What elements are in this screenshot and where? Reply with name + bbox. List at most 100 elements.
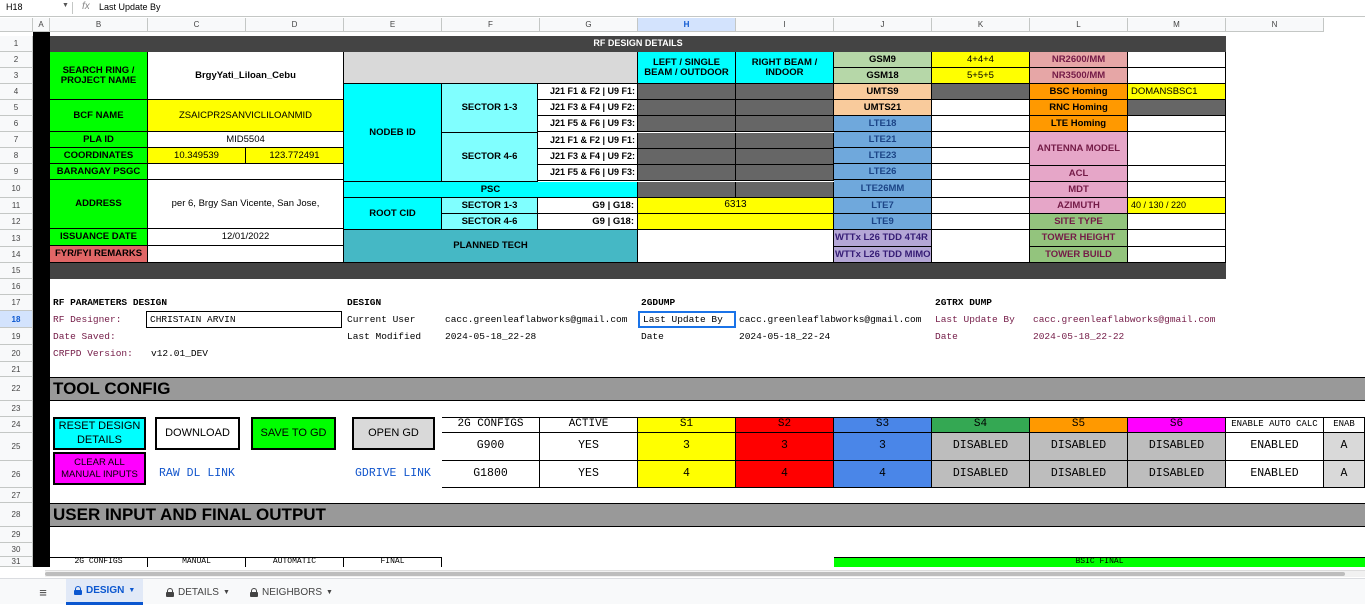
row-header-2[interactable]: 2 bbox=[0, 52, 33, 68]
acl-value[interactable] bbox=[1128, 166, 1226, 182]
tool-cell-s2[interactable]: 3 bbox=[736, 433, 834, 461]
row-header-26[interactable]: 26 bbox=[0, 461, 33, 488]
row-header-4[interactable]: 4 bbox=[0, 84, 33, 100]
bsc-homing-value[interactable]: DOMANSBSC1 bbox=[1128, 84, 1226, 100]
tech-value[interactable] bbox=[932, 84, 1030, 100]
root-cid-value-2[interactable] bbox=[638, 214, 834, 230]
nodeb-left-value[interactable] bbox=[638, 165, 736, 181]
column-header-e[interactable]: E bbox=[344, 18, 442, 32]
tech-value[interactable] bbox=[932, 180, 1030, 198]
tech-value[interactable] bbox=[932, 148, 1030, 164]
column-header-k[interactable]: K bbox=[932, 18, 1030, 32]
row-header-13[interactable]: 13 bbox=[0, 230, 33, 247]
column-header-m[interactable]: M bbox=[1128, 18, 1226, 32]
row-header-12[interactable]: 12 bbox=[0, 214, 33, 230]
row-header-6[interactable]: 6 bbox=[0, 116, 33, 132]
tool-cell-s5[interactable]: DISABLED bbox=[1030, 461, 1128, 488]
tool-cell-s6[interactable]: DISABLED bbox=[1128, 461, 1226, 488]
row-header-5[interactable]: 5 bbox=[0, 100, 33, 116]
nodeb-left-value[interactable] bbox=[638, 116, 736, 132]
nodeb-left-value[interactable] bbox=[638, 133, 736, 149]
row-header-18[interactable]: 18 bbox=[0, 311, 33, 328]
row-header-30[interactable]: 30 bbox=[0, 543, 33, 557]
row-header-24[interactable]: 24 bbox=[0, 417, 33, 433]
remarks-value[interactable] bbox=[148, 246, 344, 263]
column-header-l[interactable]: L bbox=[1030, 18, 1128, 32]
tower-height-value[interactable] bbox=[1128, 230, 1226, 247]
plaid-value[interactable]: MID5504 bbox=[148, 132, 344, 148]
tab-neighbors[interactable]: NEIGHBORS ▼ bbox=[244, 579, 339, 605]
nodeb-right-value[interactable] bbox=[736, 100, 834, 116]
bcf-value[interactable]: ZSAICPR2SANVICLILOANMID bbox=[148, 100, 344, 132]
row-header-10[interactable]: 10 bbox=[0, 180, 33, 198]
column-header-d[interactable]: D bbox=[246, 18, 344, 32]
select-all-corner[interactable] bbox=[0, 18, 33, 32]
psc-right[interactable] bbox=[736, 182, 834, 198]
tool-cell-auto[interactable]: ENABLED bbox=[1226, 461, 1324, 488]
tower-build-value[interactable] bbox=[1128, 247, 1226, 263]
row-header-9[interactable]: 9 bbox=[0, 164, 33, 180]
tool-cell-auto[interactable]: A bbox=[1324, 461, 1365, 488]
longitude-value[interactable]: 123.772491 bbox=[246, 148, 344, 164]
chevron-down-icon[interactable]: ▼ bbox=[62, 2, 69, 9]
tech-value[interactable]: 4+4+4 bbox=[932, 52, 1030, 68]
all-sheets-menu-icon[interactable]: ≡ bbox=[30, 579, 56, 605]
latitude-value[interactable]: 10.349539 bbox=[148, 148, 246, 164]
mdt-value[interactable] bbox=[1128, 182, 1226, 198]
column-header-f[interactable]: F bbox=[442, 18, 540, 32]
tab-details[interactable]: DETAILS ▼ bbox=[160, 579, 236, 605]
nr3500-value[interactable] bbox=[1128, 68, 1226, 84]
tool-cell-s5[interactable]: DISABLED bbox=[1030, 433, 1128, 461]
formula-input[interactable]: Last Update By bbox=[99, 2, 161, 12]
column-header-n[interactable]: N bbox=[1226, 18, 1324, 32]
row-header-1[interactable]: 1 bbox=[0, 36, 33, 52]
tool-cell-s1[interactable]: 3 bbox=[638, 433, 736, 461]
nodeb-right-value[interactable] bbox=[736, 149, 834, 165]
wttx-values[interactable] bbox=[932, 230, 1030, 263]
nodeb-right-value[interactable] bbox=[736, 84, 834, 100]
name-box[interactable]: H18 ▼ bbox=[6, 2, 70, 15]
chevron-down-icon[interactable]: ▼ bbox=[223, 589, 230, 596]
psgc-value[interactable] bbox=[148, 164, 344, 180]
tech-value[interactable] bbox=[932, 100, 1030, 116]
tool-cell-active[interactable]: YES bbox=[540, 461, 638, 488]
column-header-h[interactable]: H bbox=[638, 18, 736, 32]
tool-cell-cfg[interactable]: G1800 bbox=[442, 461, 540, 488]
row-header-21[interactable]: 21 bbox=[0, 362, 33, 377]
root-cid-value[interactable]: 6313 bbox=[638, 198, 834, 214]
column-header-j[interactable]: J bbox=[834, 18, 932, 32]
chevron-down-icon[interactable]: ▼ bbox=[326, 589, 333, 596]
tech-value[interactable] bbox=[932, 132, 1030, 148]
reset-design-button[interactable]: RESET DESIGN DETAILS bbox=[53, 417, 146, 450]
row-header-25[interactable]: 25 bbox=[0, 433, 33, 461]
rnc-homing-value[interactable] bbox=[1128, 100, 1226, 116]
nodeb-left-value[interactable] bbox=[638, 84, 736, 100]
nr2600-value[interactable] bbox=[1128, 52, 1226, 68]
row-header-27[interactable]: 27 bbox=[0, 488, 33, 503]
raw-dl-link[interactable]: RAW DL LINK bbox=[148, 461, 246, 488]
row-header-22[interactable]: 22 bbox=[0, 377, 33, 401]
chevron-down-icon[interactable]: ▼ bbox=[128, 587, 135, 594]
open-gd-button[interactable]: OPEN GD bbox=[352, 417, 435, 450]
row-header-11[interactable]: 11 bbox=[0, 198, 33, 214]
row-header-19[interactable]: 19 bbox=[0, 328, 33, 345]
issuance-value[interactable]: 12/01/2022 bbox=[148, 229, 344, 246]
tool-cell-s4[interactable]: DISABLED bbox=[932, 433, 1030, 461]
row-header-8[interactable]: 8 bbox=[0, 148, 33, 164]
antenna-model-value[interactable] bbox=[1128, 132, 1226, 166]
row-header-17[interactable]: 17 bbox=[0, 295, 33, 311]
row-header-14[interactable]: 14 bbox=[0, 247, 33, 263]
search-ring-value[interactable]: BrgyYati_Liloan_Cebu bbox=[148, 52, 344, 100]
tool-cell-active[interactable]: YES bbox=[540, 433, 638, 461]
tool-cell-s1[interactable]: 4 bbox=[638, 461, 736, 488]
scrollbar-thumb[interactable] bbox=[45, 572, 1345, 576]
row-header-7[interactable]: 7 bbox=[0, 132, 33, 148]
nodeb-right-value[interactable] bbox=[736, 116, 834, 132]
row-header-23[interactable]: 23 bbox=[0, 401, 33, 417]
row-header-29[interactable]: 29 bbox=[0, 527, 33, 543]
psc-left[interactable] bbox=[638, 182, 736, 198]
column-header-i[interactable]: I bbox=[736, 18, 834, 32]
sheet-grid[interactable]: ABCDEFGHIJKLMN 1 2 3 4 5 6 7 8 9 10 11 12 13 14 15 16 17… bbox=[0, 18, 1365, 567]
last-update-by-selected[interactable]: Last Update By bbox=[638, 311, 736, 328]
nodeb-right-value[interactable] bbox=[736, 133, 834, 149]
